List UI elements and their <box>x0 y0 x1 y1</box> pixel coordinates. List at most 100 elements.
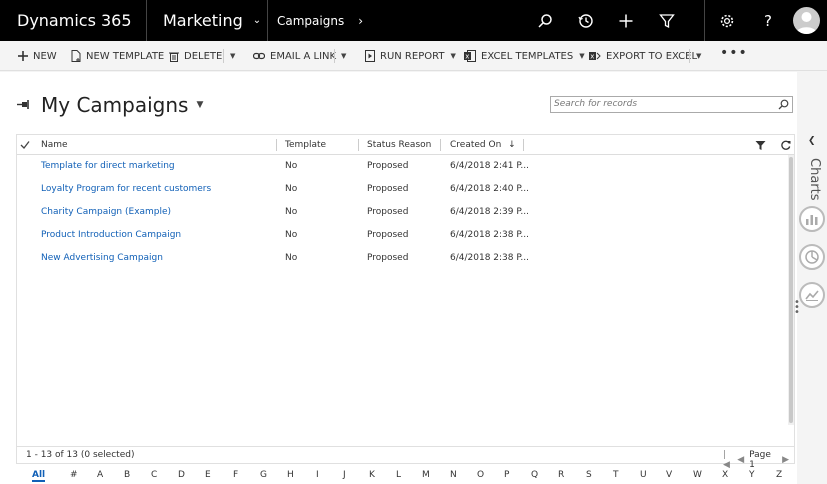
top-nav-bar: Dynamics 365 Marketing ⌄ Campaigns › ? <box>0 0 827 41</box>
alpha-filter-letter[interactable]: D <box>178 470 185 480</box>
record-count: 1 - 13 of 13 (0 selected) <box>26 450 135 460</box>
pin-icon[interactable] <box>17 98 30 112</box>
svg-text:x: x <box>465 53 469 61</box>
table-row[interactable]: Template for direct marketing No Propose… <box>17 155 787 178</box>
column-header-name[interactable]: Name <box>41 135 68 155</box>
alpha-filter-letter[interactable]: J <box>343 470 346 480</box>
more-commands-icon[interactable]: ••• <box>720 38 748 68</box>
select-all-checkbox[interactable] <box>20 135 30 155</box>
alpha-filter-letter[interactable]: L <box>396 470 401 480</box>
caret-down-icon: ▼ <box>341 52 347 60</box>
table-row[interactable]: New Advertising Campaign No Proposed 6/4… <box>17 247 787 270</box>
new-button[interactable]: NEW <box>18 41 57 71</box>
alpha-filter-letter[interactable]: G <box>260 470 267 480</box>
campaign-name-link[interactable]: Product Introduction Campaign <box>41 224 181 247</box>
alpha-filter-letter[interactable]: H <box>287 470 294 480</box>
alpha-filter-letter[interactable]: R <box>558 470 564 480</box>
alpha-filter-letter[interactable]: M <box>422 470 430 480</box>
email-link-button[interactable]: EMAIL A LINK <box>253 41 336 71</box>
charts-label[interactable]: Charts <box>802 158 822 201</box>
alpha-filter-letter[interactable]: V <box>666 470 672 480</box>
view-selector[interactable]: My Campaigns ▼ <box>41 93 203 117</box>
column-header-created-on-label: Created On <box>450 140 502 150</box>
alpha-filter-letter[interactable]: E <box>205 470 211 480</box>
grid-filter-icon[interactable] <box>755 136 766 156</box>
alpha-filter-letter[interactable]: Z <box>776 470 782 480</box>
alpha-filter-letter[interactable]: Y <box>749 470 755 480</box>
status-reason-cell: Proposed <box>367 184 409 194</box>
alpha-filter-letter[interactable]: O <box>477 470 484 480</box>
alpha-filter-all[interactable]: All <box>32 470 46 482</box>
chevron-down-icon: ⌄ <box>252 15 262 26</box>
sort-descending-icon: ↓ <box>508 140 516 150</box>
alpha-filter-letter[interactable]: I <box>316 470 319 480</box>
table-row[interactable]: Loyalty Program for recent customers No … <box>17 178 787 201</box>
records-grid: Name Template Status Reason Created On ↓ <box>16 134 795 470</box>
campaign-name-link[interactable]: New Advertising Campaign <box>41 247 163 270</box>
alpha-filter-letter[interactable]: Q <box>531 470 538 480</box>
delete-button[interactable]: DELETE <box>169 41 222 71</box>
created-on-cell: 6/4/2018 2:40 P... <box>450 184 529 194</box>
alpha-filter-letter[interactable]: K <box>369 470 375 480</box>
grid-scrollbar[interactable] <box>788 155 794 425</box>
alpha-filter-letter[interactable]: T <box>613 470 619 480</box>
export-excel-button[interactable]: x EXPORT TO EXCEL <box>589 41 697 71</box>
alpha-filter-letter[interactable]: N <box>450 470 457 480</box>
pane-resize-grip[interactable]: • • • <box>794 298 800 318</box>
plus-icon <box>18 51 28 61</box>
alpha-filter-letter[interactable]: F <box>233 470 238 480</box>
scrollbar-thumb[interactable] <box>789 157 793 423</box>
alpha-filter-letter[interactable]: U <box>640 470 647 480</box>
area-breadcrumb[interactable]: Campaigns › <box>268 0 363 41</box>
alpha-filter-letter[interactable]: A <box>97 470 103 480</box>
alpha-filter-letter[interactable]: B <box>124 470 130 480</box>
column-header-created-on[interactable]: Created On ↓ <box>450 135 516 155</box>
recent-history-icon[interactable] <box>566 0 606 41</box>
campaign-name-link[interactable]: Charity Campaign (Example) <box>41 201 171 224</box>
caret-down-icon: ▼ <box>196 100 204 110</box>
new-template-button[interactable]: NEW TEMPLATE <box>71 41 164 71</box>
column-header-template[interactable]: Template <box>285 135 326 155</box>
avatar[interactable] <box>793 7 820 34</box>
plus-icon[interactable] <box>606 0 646 41</box>
filter-icon[interactable] <box>647 0 687 41</box>
nav-separator <box>704 0 705 41</box>
app-brand[interactable]: Dynamics 365 <box>0 0 147 41</box>
alpha-filter-letter[interactable]: P <box>504 470 509 480</box>
alpha-filter-letter[interactable]: W <box>693 470 702 480</box>
email-link-dropdown[interactable]: ▼ <box>341 41 346 71</box>
column-separator[interactable] <box>276 139 277 151</box>
alpha-filter-letter[interactable]: C <box>151 470 157 480</box>
search-icon[interactable] <box>525 0 565 41</box>
pie-chart-icon[interactable] <box>799 244 825 270</box>
table-row[interactable]: Product Introduction Campaign No Propose… <box>17 224 787 247</box>
column-separator[interactable] <box>358 139 359 151</box>
search-input[interactable]: Search for records <box>550 96 793 113</box>
module-selector[interactable]: Marketing ⌄ <box>147 0 268 41</box>
trash-icon <box>169 51 179 62</box>
delete-label: DELETE <box>184 50 223 62</box>
run-report-button[interactable]: RUN REPORT ▼ <box>365 41 456 71</box>
table-row[interactable]: Charity Campaign (Example) No Proposed 6… <box>17 201 787 224</box>
alpha-filter-letter[interactable]: X <box>722 470 728 480</box>
alpha-filter-letter[interactable]: S <box>586 470 592 480</box>
alpha-filter-letter[interactable]: # <box>70 470 78 480</box>
command-divider <box>689 49 690 63</box>
column-separator[interactable] <box>440 139 441 151</box>
column-separator[interactable] <box>523 139 524 151</box>
caret-down-icon: ▼ <box>450 52 456 60</box>
bar-chart-icon[interactable] <box>799 206 825 232</box>
gear-icon[interactable] <box>707 0 747 41</box>
line-chart-icon[interactable] <box>799 282 825 308</box>
chevron-left-icon[interactable]: ❮ <box>808 136 816 146</box>
export-excel-dropdown[interactable]: ▼ <box>696 41 701 71</box>
delete-more-dropdown[interactable]: ▼ <box>230 41 235 71</box>
excel-templates-label: EXCEL TEMPLATES <box>481 50 574 62</box>
refresh-icon[interactable] <box>781 135 791 155</box>
column-header-status-reason[interactable]: Status Reason <box>367 135 431 155</box>
campaign-name-link[interactable]: Loyalty Program for recent customers <box>41 178 211 201</box>
help-icon[interactable]: ? <box>748 0 788 41</box>
search-icon[interactable] <box>778 99 789 116</box>
excel-templates-button[interactable]: x EXCEL TEMPLATES ▼ <box>464 41 585 71</box>
campaign-name-link[interactable]: Template for direct marketing <box>41 155 175 178</box>
